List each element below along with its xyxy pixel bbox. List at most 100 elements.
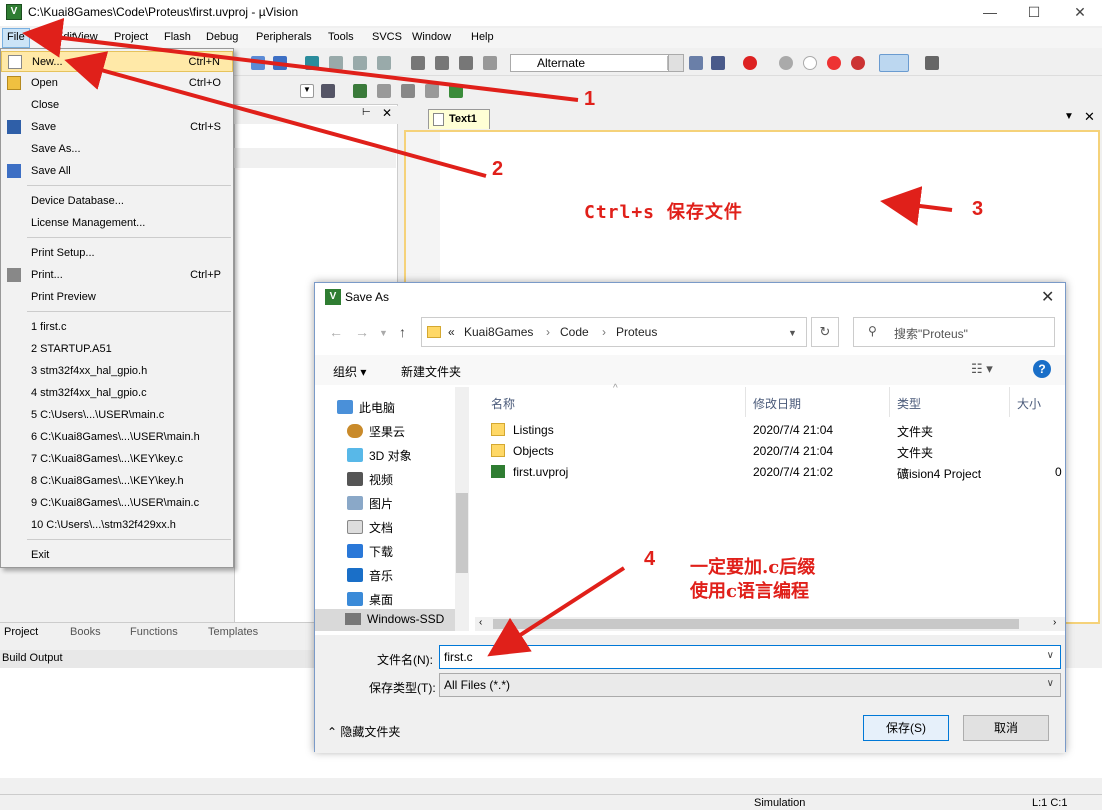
- maximize-button[interactable]: ☐: [1024, 3, 1044, 21]
- dialog-close-icon[interactable]: ✕: [1041, 287, 1054, 307]
- menu-item-close[interactable]: Close: [1, 95, 233, 116]
- menu-item-save[interactable]: Save Ctrl+S: [1, 117, 233, 138]
- tree-item-nutstore[interactable]: 坚果云: [347, 423, 405, 440]
- recent-file-8[interactable]: 8 C:\Kuai8Games\...\KEY\key.h: [1, 471, 233, 492]
- dropdown-chevron-icon[interactable]: ▼: [300, 84, 314, 98]
- breakpoint-disable-all-icon[interactable]: [827, 56, 841, 70]
- recent-file-7[interactable]: 7 C:\Kuai8Games\...\KEY\key.c: [1, 449, 233, 470]
- bookmark-next-icon[interactable]: [353, 56, 367, 70]
- manage-components-icon[interactable]: [353, 84, 367, 98]
- breakpoint-disable-icon[interactable]: [803, 56, 817, 70]
- close-button[interactable]: ✕: [1070, 3, 1090, 21]
- menu-tools[interactable]: Tools: [328, 31, 354, 43]
- tree-item-documents[interactable]: 文档: [347, 519, 393, 536]
- breadcrumb-proteus[interactable]: Proteus: [616, 325, 657, 339]
- menu-item-print[interactable]: Print... Ctrl+P: [1, 265, 233, 286]
- menu-item-print-preview[interactable]: Print Preview: [1, 287, 233, 308]
- target-options-icon[interactable]: [668, 54, 684, 72]
- target-select[interactable]: Alternate ▼: [510, 54, 682, 72]
- tree-item-music[interactable]: 音乐: [347, 567, 393, 584]
- recent-file-5[interactable]: 5 C:\Users\...\USER\main.c: [1, 405, 233, 426]
- indent-icon[interactable]: [411, 56, 425, 70]
- new-folder-button[interactable]: 新建文件夹: [401, 363, 461, 380]
- tree-item-videos[interactable]: 视频: [347, 471, 393, 488]
- tree-item-desktop[interactable]: 桌面: [347, 591, 393, 608]
- forward-arrow-icon[interactable]: →: [355, 324, 369, 340]
- bookmark-prev-icon[interactable]: [329, 56, 343, 70]
- tree-item-windows-ssd[interactable]: Windows-SSD: [315, 609, 455, 631]
- tab-list-chevron-icon[interactable]: ▼: [1064, 111, 1074, 122]
- browse-icon[interactable]: [711, 56, 725, 70]
- column-header-type[interactable]: 类型: [897, 395, 921, 412]
- pin-icon[interactable]: ⊢: [362, 107, 371, 118]
- comment-icon[interactable]: [459, 56, 473, 70]
- column-header-name[interactable]: 名称: [491, 395, 515, 412]
- menu-item-exit[interactable]: Exit: [1, 545, 233, 566]
- magic-wand-icon[interactable]: [321, 84, 335, 98]
- hide-folders-toggle[interactable]: ⌃ 隐藏文件夹: [327, 723, 400, 740]
- recent-file-4[interactable]: 4 stm32f4xx_hal_gpio.c: [1, 383, 233, 404]
- breakpoint-icon[interactable]: [779, 56, 793, 70]
- menu-item-device-database[interactable]: Device Database...: [1, 191, 233, 212]
- filetype-select[interactable]: All Files (*.*) ∨: [439, 673, 1061, 697]
- pack-installer-icon[interactable]: [377, 84, 391, 98]
- debug-start-icon[interactable]: [743, 56, 757, 70]
- scroll-left-icon[interactable]: ‹: [479, 617, 482, 628]
- unindent-icon[interactable]: [435, 56, 449, 70]
- recent-file-3[interactable]: 3 stm32f4xx_hal_gpio.h: [1, 361, 233, 382]
- menu-item-print-setup[interactable]: Print Setup...: [1, 243, 233, 264]
- breadcrumb-code[interactable]: Code: [560, 325, 589, 339]
- back-arrow-icon[interactable]: ←: [329, 324, 343, 340]
- recent-file-1[interactable]: 1 first.c: [1, 317, 233, 338]
- project-tree-row[interactable]: [234, 148, 396, 168]
- tab-text1[interactable]: Text1: [428, 109, 490, 129]
- breadcrumb-kuai8games[interactable]: Kuai8Games: [464, 325, 533, 339]
- tree-item-pictures[interactable]: 图片: [347, 495, 393, 512]
- select-device-icon[interactable]: [401, 84, 415, 98]
- menu-item-open[interactable]: Open Ctrl+O: [1, 73, 233, 94]
- bookmark-clear-icon[interactable]: [377, 56, 391, 70]
- search-input[interactable]: ⚲ 搜索"Proteus": [853, 317, 1055, 347]
- configure-icon[interactable]: [925, 56, 939, 70]
- recent-file-2[interactable]: 2 STARTUP.A51: [1, 339, 233, 360]
- horizontal-scrollbar-thumb[interactable]: [493, 619, 1019, 629]
- editor-close-icon[interactable]: ✕: [1084, 109, 1095, 125]
- minimize-button[interactable]: —: [980, 3, 1000, 21]
- window-layout-icon[interactable]: [879, 54, 909, 72]
- file-row[interactable]: Objects 2020/7/4 21:04 文件夹: [491, 442, 1071, 462]
- tab-functions[interactable]: Functions: [130, 626, 178, 638]
- bookmark-icon[interactable]: [305, 56, 319, 70]
- breadcrumb-overflow[interactable]: «: [448, 325, 455, 339]
- column-header-date[interactable]: 修改日期: [753, 395, 801, 412]
- tree-item-3d-objects[interactable]: 3D 对象: [347, 447, 412, 464]
- recent-locations-chevron-icon[interactable]: ▼: [379, 328, 388, 338]
- up-arrow-icon[interactable]: ↑: [399, 324, 406, 340]
- file-row[interactable]: first.uvproj 2020/7/4 21:02 礦ision4 Proj…: [491, 463, 1071, 483]
- tab-books[interactable]: Books: [70, 626, 101, 638]
- menu-file[interactable]: File: [2, 28, 30, 48]
- menu-edit[interactable]: Edit: [56, 31, 75, 43]
- recent-file-10[interactable]: 10 C:\Users\...\stm32f429xx.h: [1, 515, 233, 536]
- refresh-button[interactable]: ↻: [811, 317, 839, 347]
- tree-scrollbar-thumb[interactable]: [456, 493, 468, 573]
- menu-item-save-all[interactable]: Save All: [1, 161, 233, 182]
- cancel-button[interactable]: 取消: [963, 715, 1049, 741]
- save-button[interactable]: 保存(S): [863, 715, 949, 741]
- column-header-size[interactable]: 大小: [1017, 395, 1041, 412]
- chevron-down-icon[interactable]: ∨: [1047, 650, 1054, 661]
- menu-item-new[interactable]: New... Ctrl+N: [1, 51, 233, 72]
- address-chevron-icon[interactable]: ▼: [788, 328, 797, 338]
- tree-item-this-pc[interactable]: 此电脑: [337, 399, 395, 416]
- scroll-right-icon[interactable]: ›: [1053, 617, 1056, 628]
- panel-close-icon[interactable]: ✕: [382, 106, 392, 120]
- menu-flash[interactable]: Flash: [164, 31, 191, 43]
- menu-project[interactable]: Project: [114, 31, 148, 43]
- address-bar[interactable]: « Kuai8Games › Code › Proteus ▼: [421, 317, 807, 347]
- breakpoint-kill-all-icon[interactable]: [851, 56, 865, 70]
- menu-item-save-as[interactable]: Save As...: [1, 139, 233, 160]
- menu-window[interactable]: Window: [412, 31, 451, 43]
- tab-templates[interactable]: Templates: [208, 626, 258, 638]
- software-packs-icon[interactable]: [449, 84, 463, 98]
- help-icon[interactable]: ?: [1033, 360, 1051, 378]
- recent-file-9[interactable]: 9 C:\Kuai8Games\...\USER\main.c: [1, 493, 233, 514]
